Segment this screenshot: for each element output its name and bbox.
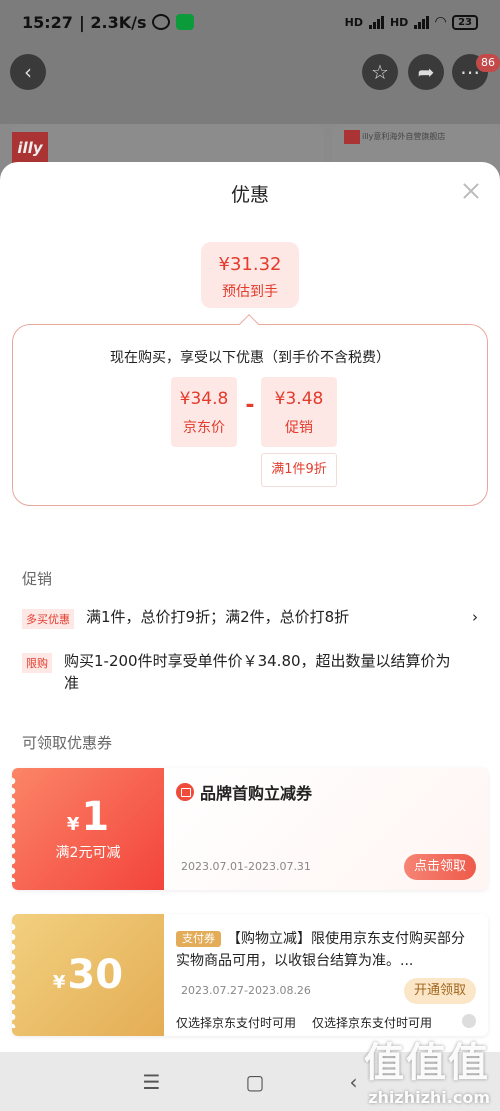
notification-badge: 86: [476, 54, 500, 72]
payment-option: 仅选择京东支付时可用: [176, 1016, 297, 1030]
home-icon[interactable]: ▢: [246, 1070, 265, 1094]
coupon-dates: 2023.07.01-2023.07.31: [181, 860, 311, 873]
promo-text: 满1件，总价打9折；满2件，总价打8折: [86, 608, 350, 626]
promo-item-limit: 限购 购买1-200件时享受单件价￥34.80，超出数量以结算价为准: [22, 650, 482, 694]
promo-price-box: ¥3.48 促销: [261, 377, 337, 447]
coupon-condition: 满2元可减: [55, 845, 121, 861]
promo-section-title: 促销: [22, 570, 53, 588]
status-left: 15:27 | 2.3K/s: [22, 12, 195, 32]
network-speed: | 2.3K/s: [78, 12, 147, 32]
claim-coupon-button[interactable]: 点击领取: [403, 854, 476, 880]
coupon-amount-panel: ¥30: [12, 914, 164, 1036]
coupon-description: 支付券 【购物立减】限使用京东支付购买部分实物商品可用，以收银台结算为准。...: [176, 931, 465, 969]
coupon-details: 品牌首购立减券 2023.07.01-2023.07.31 点击领取: [164, 768, 488, 890]
store-name: illy意利海外自营旗舰店: [362, 132, 446, 141]
coupon-amount: ¥1: [66, 794, 110, 840]
jd-price-label: 京东价: [183, 420, 225, 436]
background-nav: ‹ ☆ ➦ ⋯: [0, 44, 500, 124]
promo-price-label: 促销: [285, 420, 313, 436]
estimated-price: ¥31.32: [218, 254, 282, 275]
signal-icon-2: [414, 15, 430, 29]
sheet-title: 优惠: [230, 184, 269, 206]
estimated-label: 预估到手: [222, 284, 278, 300]
coupon-brand-first: ¥1 满2元可减 品牌首购立减券 2023.07.01-2023.07.31 点…: [12, 768, 488, 890]
signal-icon: [368, 15, 384, 29]
discount-breakdown: 现在购买，享受以下优惠（到手价不含税费） ¥34.8 京东价 - ¥3.48 促…: [12, 324, 488, 506]
chevron-right-icon[interactable]: ›: [472, 608, 478, 626]
promo-rule: 满1件9折: [261, 453, 337, 487]
coupon-dates: 2023.07.27-2023.08.26: [181, 984, 311, 997]
share-icon[interactable]: ➦: [408, 54, 444, 90]
discount-intro: 现在购买，享受以下优惠（到手价不含税费）: [110, 350, 390, 366]
jd-price-box: ¥34.8 京东价: [171, 377, 237, 447]
coupon-payment: ¥30 支付券 【购物立减】限使用京东支付购买部分实物商品可用，以收银台结算为准。…: [12, 914, 488, 1036]
illy-logo-small: [344, 130, 360, 144]
star-icon[interactable]: ☆: [362, 54, 398, 90]
status-right: HD HD ◠ 23: [345, 14, 478, 30]
payment-options: 仅选择京东支付时可用 仅选择京东支付时可用: [176, 1014, 432, 1031]
chevron-down-icon[interactable]: [462, 1014, 476, 1028]
pay-coupon-tag: 支付券: [176, 931, 221, 947]
estimated-price-box: ¥31.32 预估到手: [201, 242, 299, 308]
watermark-logo: 值值值: [364, 1040, 490, 1086]
battery-icon: 23: [452, 14, 478, 30]
status-bar: 15:27 | 2.3K/s HD HD ◠ 23: [0, 0, 500, 44]
menu-icon[interactable]: ☰: [143, 1070, 161, 1094]
back-nav-icon[interactable]: ‹: [349, 1070, 357, 1094]
coupon-amount: ¥30: [52, 952, 124, 998]
promo-item-multibuy[interactable]: 多买优惠 满1件，总价打9折；满2件，总价打8折: [22, 606, 482, 629]
shopping-bag-icon: [176, 783, 194, 801]
coupon-title: 品牌首购立减券: [176, 780, 312, 804]
coupon-section-title: 可领取优惠券: [22, 734, 113, 752]
activate-claim-button[interactable]: 开通领取: [403, 978, 476, 1004]
jd-price-value: ¥34.8: [179, 389, 229, 409]
close-icon[interactable]: [462, 182, 480, 200]
alarm-icon: [152, 14, 171, 30]
promo-tag: 多买优惠: [22, 609, 74, 629]
hd-label: HD: [344, 15, 363, 29]
minus-sign: -: [245, 393, 255, 418]
status-time: 15:27: [22, 12, 73, 32]
coupon-details: 支付券 【购物立减】限使用京东支付购买部分实物商品可用，以收银台结算为准。... …: [164, 914, 488, 1036]
wechat-icon: [176, 14, 195, 30]
promo-price-value: ¥3.48: [274, 389, 324, 409]
back-icon[interactable]: ‹: [10, 54, 46, 90]
watermark: 值值值 zhizhizhi.com: [364, 1030, 490, 1107]
coupon-amount-panel: ¥1 满2元可减: [12, 768, 164, 890]
discount-sheet: 优惠 ¥31.32 预估到手 现在购买，享受以下优惠（到手价不含税费） ¥34.…: [0, 162, 500, 1052]
wifi-icon: ◠: [435, 14, 447, 30]
illy-logo: illy: [12, 132, 48, 164]
hd-label-2: HD: [389, 15, 409, 29]
limit-text: 购买1-200件时享受单件价￥34.80，超出数量以结算价为准: [64, 652, 451, 692]
limit-tag: 限购: [22, 653, 52, 673]
payment-option: 仅选择京东支付时可用: [312, 1016, 433, 1030]
watermark-url: zhizhizhi.com: [368, 1088, 490, 1107]
